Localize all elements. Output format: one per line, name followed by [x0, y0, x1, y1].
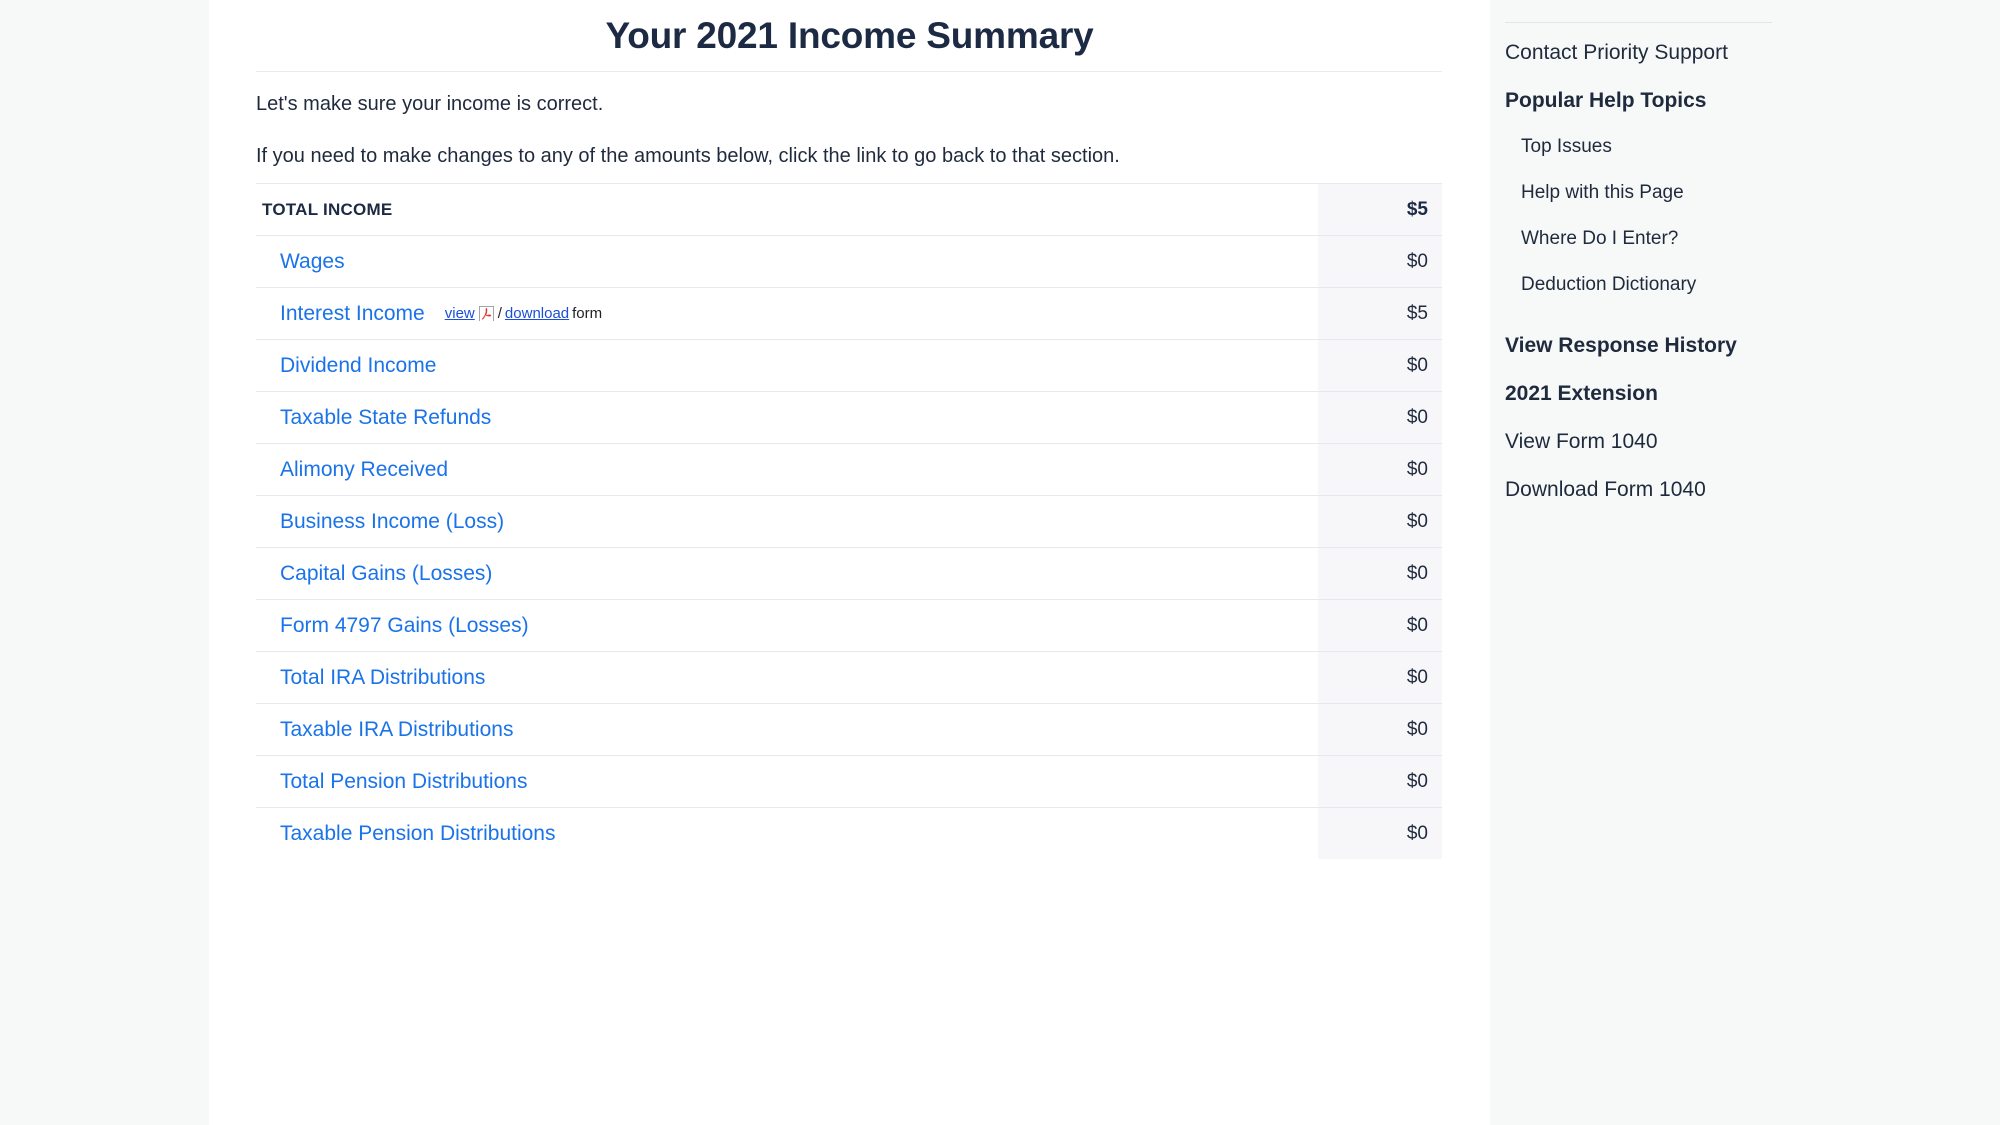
sidebar-item-view-response-history[interactable]: View Response History [1505, 333, 1975, 359]
view-form-link[interactable]: view [445, 305, 475, 322]
sidebar-divider [1505, 22, 1772, 23]
income-category-link[interactable]: Taxable IRA Distributions [280, 718, 513, 742]
row-label-cell: Interest Income view / download form [256, 288, 1318, 339]
row-label-cell: Taxable IRA Distributions [256, 704, 1318, 755]
help-sidebar: Contact Priority Support Popular Help Top… [1490, 0, 2000, 1125]
row-amount-cell: $0 [1318, 340, 1442, 391]
income-category-link[interactable]: Business Income (Loss) [280, 510, 504, 534]
sidebar-item-top-issues[interactable]: Top Issues [1521, 134, 1975, 160]
total-income-amount: $5 [1318, 184, 1442, 235]
sidebar-link-list: Contact Priority Support Popular Help Top… [1505, 40, 1975, 503]
row-label-cell: Taxable State Refunds [256, 392, 1318, 443]
table-row: Total Pension Distributions $0 [256, 755, 1442, 807]
row-label-cell: Total Pension Distributions [256, 756, 1318, 807]
row-amount-cell: $0 [1318, 808, 1442, 859]
total-income-label: TOTAL INCOME [262, 199, 393, 219]
table-header-row: TOTAL INCOME $5 [256, 183, 1442, 235]
table-row: Total IRA Distributions $0 [256, 651, 1442, 703]
income-category-link[interactable]: Alimony Received [280, 458, 448, 482]
income-summary-table: TOTAL INCOME $5 Wages $0 Interest Income vi… [256, 183, 1442, 859]
sidebar-item-download-form-1040[interactable]: Download Form 1040 [1505, 477, 1975, 503]
row-label-cell: Dividend Income [256, 340, 1318, 391]
income-category-link[interactable]: Form 4797 Gains (Losses) [280, 614, 529, 638]
row-amount-cell: $0 [1318, 756, 1442, 807]
row-amount-cell: $0 [1318, 392, 1442, 443]
row-amount-cell: $5 [1318, 288, 1442, 339]
intro-line-1: Let's make sure your income is correct. [256, 93, 604, 115]
table-row: Alimony Received $0 [256, 443, 1442, 495]
sidebar-item-2021-extension[interactable]: 2021 Extension [1505, 381, 1975, 407]
download-form-link[interactable]: download [505, 305, 569, 322]
row-amount-cell: $0 [1318, 444, 1442, 495]
pdf-icon[interactable] [478, 305, 494, 322]
row-label-cell: Wages [256, 236, 1318, 287]
row-label-cell: Business Income (Loss) [256, 496, 1318, 547]
row-amount-cell: $0 [1318, 704, 1442, 755]
table-row: Taxable State Refunds $0 [256, 391, 1442, 443]
income-category-link[interactable]: Total IRA Distributions [280, 666, 485, 690]
income-category-link[interactable]: Capital Gains (Losses) [280, 562, 492, 586]
income-category-link[interactable]: Interest Income [280, 302, 425, 326]
income-summary-page: Your 2021 Income Summary Let's make sure… [0, 0, 2000, 1125]
row-amount-cell: $0 [1318, 236, 1442, 287]
table-row: Interest Income view / download form $5 [256, 287, 1442, 339]
table-row: Business Income (Loss) $0 [256, 495, 1442, 547]
row-amount-cell: $0 [1318, 548, 1442, 599]
row-label-cell: Capital Gains (Losses) [256, 548, 1318, 599]
sidebar-item-deduction-dictionary[interactable]: Deduction Dictionary [1521, 272, 1975, 298]
income-category-link[interactable]: Wages [280, 250, 345, 274]
sidebar-item-contact-priority-support[interactable]: Contact Priority Support [1505, 40, 1975, 66]
page-title: Your 2021 Income Summary [605, 15, 1094, 56]
income-category-link[interactable]: Taxable State Refunds [280, 406, 491, 430]
row-amount-cell: $0 [1318, 652, 1442, 703]
income-category-link[interactable]: Total Pension Distributions [280, 770, 527, 794]
title-divider [256, 71, 1442, 72]
table-row: Taxable IRA Distributions $0 [256, 703, 1442, 755]
links-separator: / [497, 305, 502, 322]
table-row: Wages $0 [256, 235, 1442, 287]
form-links-group: view / download form [445, 305, 602, 322]
row-label-cell: Total IRA Distributions [256, 652, 1318, 703]
row-amount-cell: $0 [1318, 600, 1442, 651]
table-rows-container: Wages $0 Interest Income view / download form $… [256, 235, 1442, 859]
sidebar-item-popular-help-topics[interactable]: Popular Help Topics [1505, 88, 1975, 114]
row-label-cell: Taxable Pension Distributions [256, 808, 1318, 859]
row-amount-cell: $0 [1318, 496, 1442, 547]
table-row: Form 4797 Gains (Losses) $0 [256, 599, 1442, 651]
table-row: Capital Gains (Losses) $0 [256, 547, 1442, 599]
table-row: Taxable Pension Distributions $0 [256, 807, 1442, 859]
income-category-link[interactable]: Dividend Income [280, 354, 436, 378]
sidebar-item-view-form-1040[interactable]: View Form 1040 [1505, 429, 1975, 455]
intro-text-block: Let's make sure your income is correct. … [256, 90, 1446, 170]
income-category-link[interactable]: Taxable Pension Distributions [280, 822, 555, 846]
intro-line-2: If you need to make changes to any of th… [256, 145, 1120, 167]
row-label-cell: Alimony Received [256, 444, 1318, 495]
sidebar-item-help-with-this-page[interactable]: Help with this Page [1521, 180, 1975, 206]
row-label-cell: Form 4797 Gains (Losses) [256, 600, 1318, 651]
main-content-panel: Your 2021 Income Summary Let's make sure… [209, 0, 1490, 1125]
sidebar-item-where-do-i-enter[interactable]: Where Do I Enter? [1521, 226, 1975, 252]
table-row: Dividend Income $0 [256, 339, 1442, 391]
form-word-label: form [572, 305, 603, 322]
